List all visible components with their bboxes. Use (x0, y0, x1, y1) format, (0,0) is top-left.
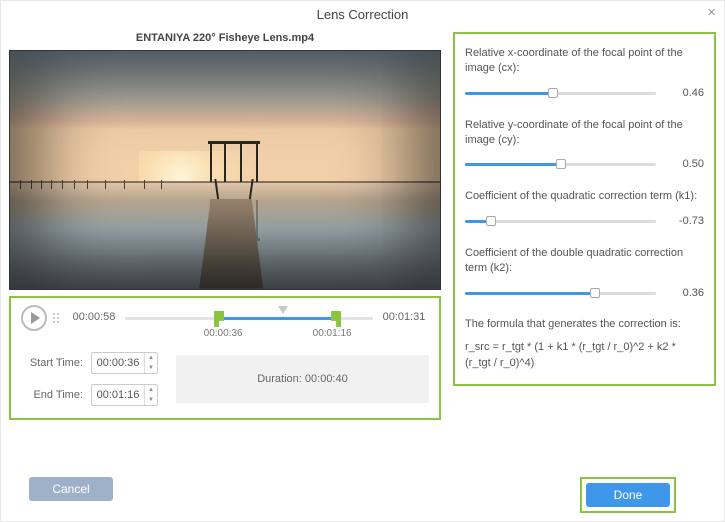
close-icon[interactable]: × (707, 4, 716, 21)
cy-label: Relative y-coordinate of the focal point… (465, 118, 704, 148)
start-time-input[interactable] (92, 357, 144, 369)
done-button[interactable]: Done (586, 483, 670, 507)
chevron-down-icon[interactable]: ▼ (145, 395, 157, 405)
end-time-input[interactable] (92, 389, 144, 401)
k1-slider[interactable] (465, 214, 656, 228)
time-panel: 00:00:58 00:00:36 00:01:16 00:01:31 Star… (9, 296, 441, 420)
k2-label: Coefficient of the double quadratic corr… (465, 246, 704, 276)
video-preview[interactable] (9, 50, 441, 290)
play-icon (31, 312, 40, 324)
start-time-stepper[interactable]: ▲▼ (144, 353, 157, 373)
left-column: ENTANIYA 220° Fisheye Lens.mp4 (9, 32, 441, 420)
cx-label: Relative x-coordinate of the focal point… (465, 46, 704, 76)
range-end-label: 00:01:16 (313, 328, 352, 339)
start-time-label: Start Time: (21, 357, 83, 369)
params-panel: Relative x-coordinate of the focal point… (453, 32, 716, 386)
file-name: ENTANIYA 220° Fisheye Lens.mp4 (9, 32, 441, 50)
duration-box: Duration: 00:00:40 (176, 355, 429, 403)
k2-value: 0.36 (666, 287, 704, 299)
cy-value: 0.50 (666, 158, 704, 170)
play-button[interactable] (21, 305, 47, 331)
timeline-track[interactable]: 00:00:36 00:01:16 (125, 306, 373, 336)
total-time: 00:01:31 (379, 306, 429, 323)
chevron-up-icon[interactable]: ▲ (145, 385, 157, 395)
range-start-label: 00:00:36 (204, 328, 243, 339)
cy-slider[interactable] (465, 157, 656, 171)
chevron-up-icon[interactable]: ▲ (145, 353, 157, 363)
range-start-handle[interactable] (214, 311, 224, 327)
done-highlight: Done (580, 477, 676, 513)
current-time: 00:00:58 (69, 306, 119, 323)
playhead-icon[interactable] (278, 306, 288, 314)
k2-slider[interactable] (465, 286, 656, 300)
k1-label: Coefficient of the quadratic correction … (465, 189, 704, 204)
dialog-title: Lens Correction (1, 1, 724, 32)
chevron-down-icon[interactable]: ▼ (145, 363, 157, 373)
grip-icon (53, 313, 63, 323)
end-time-stepper[interactable]: ▲▼ (144, 385, 157, 405)
formula: r_src = r_tgt * (1 + k1 * (r_tgt / r_0)^… (465, 340, 704, 372)
range-end-handle[interactable] (331, 311, 341, 327)
cancel-button[interactable]: Cancel (29, 477, 113, 501)
cx-slider[interactable] (465, 86, 656, 100)
end-time-label: End Time: (21, 389, 83, 401)
cx-value: 0.46 (666, 87, 704, 99)
formula-label: The formula that generates the correctio… (465, 318, 704, 330)
k1-value: -0.73 (666, 215, 704, 227)
